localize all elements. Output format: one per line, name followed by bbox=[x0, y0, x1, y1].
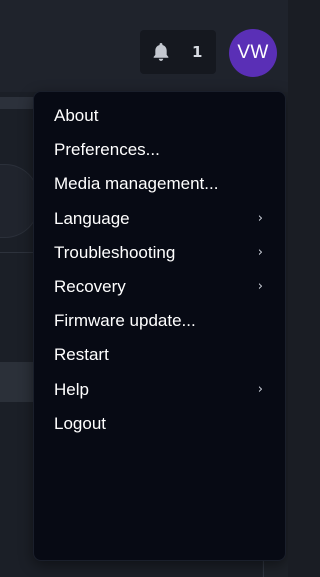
top-header: 1 VW bbox=[0, 0, 288, 92]
menu-item-help[interactable]: Help › bbox=[34, 373, 285, 407]
menu-item-label: Troubleshooting bbox=[54, 242, 176, 262]
menu-item-label: Firmware update... bbox=[54, 311, 196, 331]
menu-item-media-management[interactable]: Media management... bbox=[34, 167, 285, 201]
menu-item-language[interactable]: Language › bbox=[34, 202, 285, 236]
notifications-button[interactable]: 1 bbox=[140, 30, 216, 74]
menu-item-label: Restart bbox=[54, 345, 109, 365]
menu-item-troubleshooting[interactable]: Troubleshooting › bbox=[34, 236, 285, 270]
menu-item-preferences[interactable]: Preferences... bbox=[34, 133, 285, 167]
menu-item-label: Preferences... bbox=[54, 140, 160, 160]
chevron-right-icon: › bbox=[257, 244, 263, 260]
menu-item-label: Recovery bbox=[54, 277, 126, 297]
user-dropdown-menu: About Preferences... Media management...… bbox=[33, 91, 286, 561]
chevron-right-icon: › bbox=[257, 279, 263, 295]
menu-item-firmware-update[interactable]: Firmware update... bbox=[34, 304, 285, 338]
bell-icon bbox=[153, 43, 169, 61]
menu-item-logout[interactable]: Logout bbox=[34, 407, 285, 441]
menu-item-restart[interactable]: Restart bbox=[34, 338, 285, 372]
menu-item-recovery[interactable]: Recovery › bbox=[34, 270, 285, 304]
menu-item-label: Media management... bbox=[54, 174, 219, 194]
app-frame: 1 VW About Preferences... Media manageme… bbox=[0, 0, 288, 577]
menu-list: About Preferences... Media management...… bbox=[34, 92, 285, 441]
notification-count: 1 bbox=[192, 43, 203, 61]
menu-item-label: Logout bbox=[54, 413, 106, 433]
menu-item-label: Language bbox=[54, 208, 130, 228]
menu-item-about[interactable]: About bbox=[34, 99, 285, 133]
menu-item-label: Help bbox=[54, 379, 89, 399]
chevron-right-icon: › bbox=[257, 210, 263, 226]
chevron-right-icon: › bbox=[257, 381, 263, 397]
menu-item-label: About bbox=[54, 106, 99, 126]
user-avatar[interactable]: VW bbox=[229, 29, 277, 77]
